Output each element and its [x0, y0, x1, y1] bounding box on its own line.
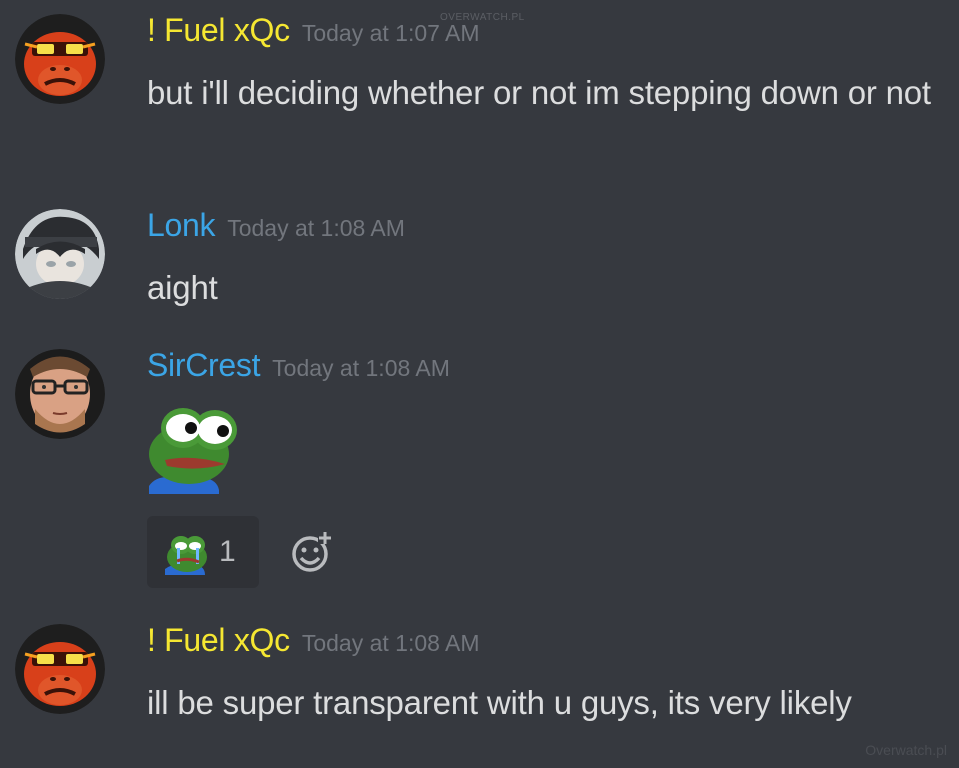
- message-header: SirCrest Today at 1:08 AM: [147, 347, 450, 384]
- timestamp: Today at 1:08 AM: [227, 215, 405, 241]
- message-header: ! Fuel xQc Today at 1:08 AM: [147, 622, 480, 659]
- pepe-crying-emote: [165, 536, 207, 575]
- timestamp: Today at 1:08 AM: [272, 355, 450, 381]
- message-header: Lonk Today at 1:08 AM: [147, 207, 405, 244]
- next-message-partial: [0, 762, 959, 768]
- message-text: but i'll deciding whether or not im step…: [147, 74, 931, 111]
- message-text: ill be super transparent with u guys, it…: [147, 684, 852, 721]
- glasses-man-avatar-icon[interactable]: [15, 349, 105, 439]
- message-header: ! Fuel xQc Today at 1:07 AM: [147, 12, 480, 49]
- reaction-count: 1: [219, 535, 236, 568]
- ape-avatar-icon[interactable]: [15, 14, 105, 104]
- timestamp: Today at 1:08 AM: [301, 630, 480, 656]
- username[interactable]: SirCrest: [147, 347, 260, 383]
- username[interactable]: Lonk: [147, 207, 216, 243]
- watermark: Overwatch.pl: [865, 742, 947, 758]
- username[interactable]: ! Fuel xQc: [147, 622, 290, 658]
- timestamp: Today at 1:07 AM: [301, 20, 480, 46]
- anime-avatar-icon[interactable]: [15, 209, 105, 299]
- pepe-wide-eyes-emote: [147, 398, 243, 499]
- message-text: aight: [147, 269, 218, 306]
- chat-log: OVERWATCH.PL ! Fuel xQc Today at 1:07 AM …: [0, 0, 959, 768]
- add-reaction-icon[interactable]: [288, 530, 334, 581]
- reaction-button[interactable]: 1: [147, 516, 259, 588]
- username[interactable]: ! Fuel xQc: [147, 12, 290, 48]
- ape-avatar-icon[interactable]: [15, 624, 105, 714]
